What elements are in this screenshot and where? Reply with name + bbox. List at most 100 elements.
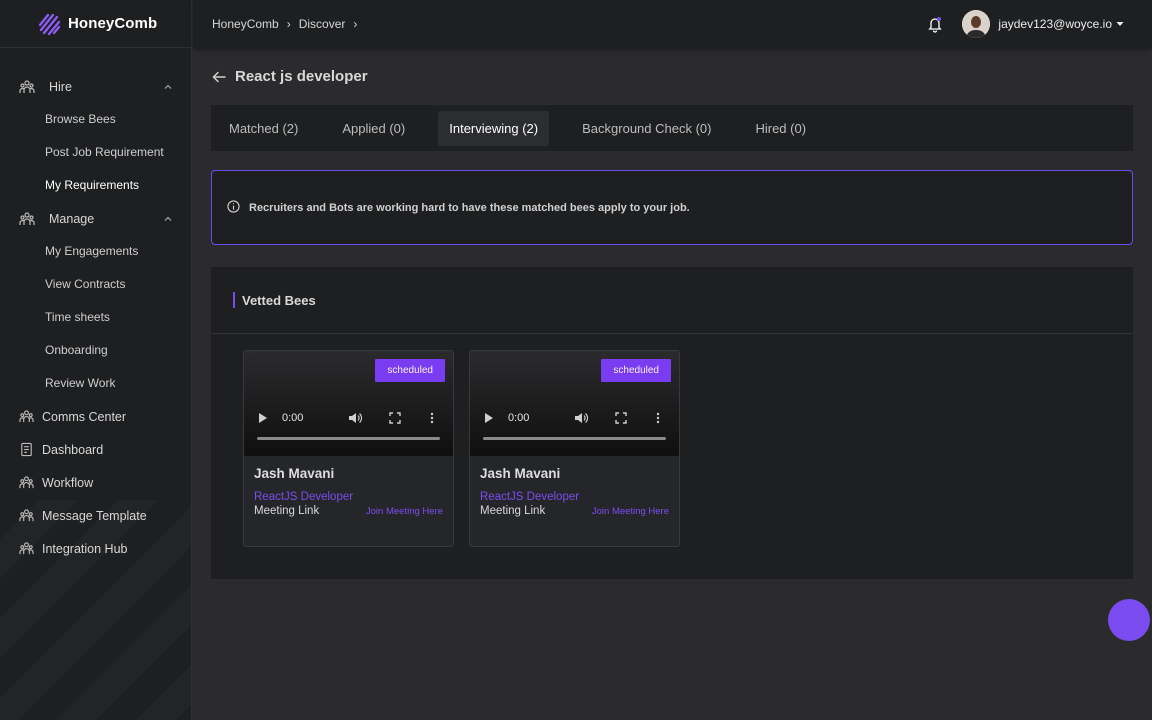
tab-hired[interactable]: Hired (0) [744,111,817,146]
sidebar-item-browse-bees[interactable]: Browse Bees [0,103,191,136]
info-icon [227,200,240,213]
volume-icon[interactable] [348,411,362,425]
sidebar-item-review-work[interactable]: Review Work [0,367,191,400]
panel-title: Vetted Bees [242,292,316,308]
more-vertical-icon[interactable] [430,412,434,424]
sidebar-item-label: Message Template [42,508,147,523]
chevron-up-icon[interactable] [163,214,173,224]
video-progress-bar[interactable] [483,437,666,440]
page-title: React js developer [235,68,368,85]
sidebar-group-hire[interactable]: Hire [0,70,191,103]
card-body: Jash Mavani ReactJS Developer Meeting Li… [470,456,679,517]
arrow-left-icon[interactable] [211,69,227,85]
panel-accent-bar [233,292,235,308]
candidate-name: Jash Mavani [254,466,335,481]
avatar[interactable] [962,10,991,38]
card-body: Jash Mavani ReactJS Developer Meeting Li… [244,456,453,517]
sidebar-item-label: Dashboard [42,442,104,457]
tab-applied[interactable]: Applied (0) [331,111,416,146]
info-alert: Recruiters and Bots are working hard to … [211,170,1133,245]
sidebar-item-dashboard[interactable]: Dashboard [0,433,191,466]
sidebar-item-my-requirements[interactable]: My Requirements [0,169,191,202]
chevron-up-icon[interactable] [163,82,173,92]
user-email[interactable]: jaydev123@woyce.io [998,17,1112,31]
more-vertical-icon[interactable] [656,412,660,424]
app-window: HoneyComb Hire Browse Bees Post Job Requ… [0,0,1152,720]
sidebar-item-label: Workflow [42,475,94,490]
video-controls: 0:00 [470,409,679,427]
play-icon[interactable] [258,412,268,424]
sidebar-item-message-template[interactable]: Message Template [0,499,191,532]
meeting-label: Meeting Link [480,505,546,517]
sidebar-item-label: Comms Center [42,409,127,424]
breadcrumb-chevron-icon: › [286,17,291,31]
bell-icon[interactable] [926,15,944,33]
brand[interactable]: HoneyComb [0,0,191,48]
team-icon [19,211,35,225]
topbar: HoneyComb › Discover › jaydev123@woyce.i… [193,0,1152,48]
status-tabs: Matched (2) Applied (0) Interviewing (2)… [211,105,1133,151]
sidebar-item-integration-hub[interactable]: Integration Hub [0,532,191,565]
sidebar-item-workflow[interactable]: Workflow [0,466,191,499]
sidebar-item-post-job-requirement[interactable]: Post Job Requirement [0,136,191,169]
tab-interviewing[interactable]: Interviewing (2) [438,110,550,146]
video-time: 0:00 [508,412,530,424]
team-icon [19,476,34,489]
sidebar-nav: Hire Browse Bees Post Job Requirement My… [0,48,191,565]
sidebar: HoneyComb Hire Browse Bees Post Job Requ… [0,0,192,720]
breadcrumb-chevron-icon: › [353,17,358,31]
user-area: jaydev123@woyce.io [926,0,1124,48]
page-header: React js developer [211,68,368,85]
join-meeting-link[interactable]: Join Meeting Here [592,506,669,517]
caret-down-icon[interactable] [1116,20,1124,28]
status-badge[interactable]: scheduled [375,359,445,382]
document-icon [21,442,32,457]
video-player[interactable]: scheduled 0:00 [470,351,679,456]
candidate-role: ReactJS Developer [480,491,580,503]
alert-text: Recruiters and Bots are working hard to … [249,201,690,214]
sidebar-group-manage[interactable]: Manage [0,202,191,235]
breadcrumb: HoneyComb › Discover › [212,17,365,31]
team-icon [19,542,34,555]
brand-name: HoneyComb [68,15,158,32]
team-icon [19,79,35,93]
breadcrumb-honeycomb[interactable]: HoneyComb [212,17,279,31]
video-player[interactable]: scheduled 0:00 [244,351,453,456]
tab-matched[interactable]: Matched (2) [218,111,309,146]
sidebar-item-my-engagements[interactable]: My Engagements [0,235,191,268]
candidate-cards: scheduled 0:00 Jash Mavani ReactJS Devel… [243,350,695,547]
chat-fab-button[interactable] [1108,599,1150,641]
candidate-role: ReactJS Developer [254,491,354,503]
sidebar-item-label: Integration Hub [42,541,128,556]
sidebar-group-hire-label: Hire [49,79,72,94]
tab-background-check[interactable]: Background Check (0) [571,111,722,146]
person-avatar-icon [962,10,991,38]
team-icon [19,509,34,522]
main-content: React js developer Matched (2) Applied (… [193,48,1152,720]
honeycomb-logo-icon [38,13,61,35]
join-meeting-link[interactable]: Join Meeting Here [366,506,443,517]
video-time: 0:00 [282,412,304,424]
video-controls: 0:00 [244,409,453,427]
sidebar-item-comms-center[interactable]: Comms Center [0,400,191,433]
breadcrumb-discover[interactable]: Discover [299,17,346,31]
fullscreen-icon[interactable] [389,412,401,424]
candidate-name: Jash Mavani [480,466,561,481]
sidebar-item-view-contracts[interactable]: View Contracts [0,268,191,301]
sidebar-item-time-sheets[interactable]: Time sheets [0,301,191,334]
candidate-card: scheduled 0:00 Jash Mavani ReactJS Devel… [243,350,454,547]
meeting-row: Meeting Link Join Meeting Here [480,505,669,517]
fullscreen-icon[interactable] [615,412,627,424]
meeting-label: Meeting Link [254,505,320,517]
panel-header: Vetted Bees [211,267,1133,334]
volume-icon[interactable] [574,411,588,425]
vetted-bees-panel: Vetted Bees scheduled 0:00 Jash Mavani R… [211,267,1133,579]
play-icon[interactable] [484,412,494,424]
team-icon [19,410,34,423]
candidate-card: scheduled 0:00 Jash Mavani ReactJS Devel… [469,350,680,547]
status-badge[interactable]: scheduled [601,359,671,382]
sidebar-item-onboarding[interactable]: Onboarding [0,334,191,367]
video-progress-bar[interactable] [257,437,440,440]
sidebar-group-manage-label: Manage [49,211,95,226]
meeting-row: Meeting Link Join Meeting Here [254,505,443,517]
